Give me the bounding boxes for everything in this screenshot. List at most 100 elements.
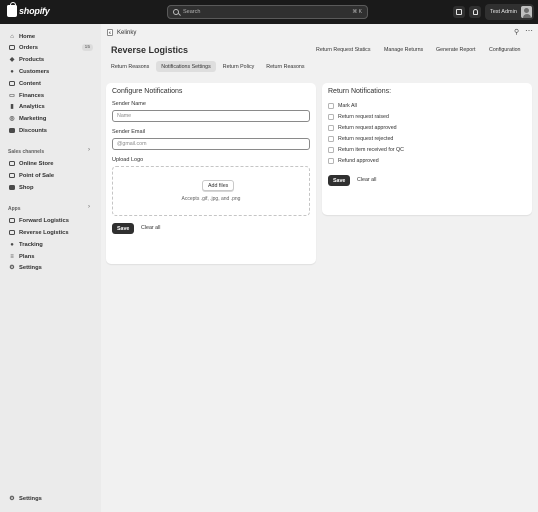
- tab-notifications-settings[interactable]: Notifications Settings: [156, 61, 216, 72]
- card-title: Configure Notifications: [112, 88, 183, 95]
- tab-return-policy[interactable]: Return Policy: [218, 61, 260, 72]
- sidebar-item-label: Finances: [19, 92, 45, 99]
- avatar: [521, 6, 532, 18]
- sidebar-item-finances[interactable]: ▭ Finances: [6, 90, 96, 101]
- sidebar-item-app-settings[interactable]: ⚙ Settings: [6, 262, 96, 273]
- pin-icon: ●: [10, 241, 14, 248]
- card-title: Return Notifications:: [328, 88, 392, 95]
- tab-return-reasons-2[interactable]: Return Reasons: [261, 61, 309, 72]
- person-icon: ●: [10, 68, 14, 75]
- app-icon: K: [107, 29, 113, 36]
- sidebar-item-customers[interactable]: ● Customers: [6, 66, 96, 77]
- sidebar-item-forward-logistics[interactable]: Forward Logistics: [6, 215, 96, 226]
- sidebar-item-shop[interactable]: Shop: [6, 182, 96, 193]
- more-options-icon[interactable]: ⋯: [525, 26, 533, 35]
- checkbox[interactable]: [328, 158, 334, 164]
- target-icon: ◎: [9, 116, 15, 122]
- checkbox-return-request-rejected[interactable]: Return request rejected: [328, 136, 393, 142]
- list-icon: ≡: [10, 253, 14, 260]
- sidebar-item-label: Orders: [19, 44, 39, 51]
- checkbox[interactable]: [328, 147, 334, 153]
- app-icon: [9, 217, 15, 224]
- sidebar-item-analytics[interactable]: ▮ Analytics: [6, 101, 96, 112]
- sidebar-item-label: Home: [19, 33, 36, 40]
- checkbox-label: Return request rejected: [338, 136, 394, 142]
- brand-name: shopify: [19, 6, 50, 16]
- sidebar-item-marketing[interactable]: ◎ Marketing: [6, 113, 96, 124]
- sidebar-item-point-of-sale[interactable]: Point of Sale: [6, 170, 96, 181]
- store-switcher-button[interactable]: [453, 6, 465, 18]
- page-title: Reverse Logistics: [111, 45, 189, 55]
- sender-name-label: Sender Name: [112, 101, 146, 107]
- sidebar-item-content[interactable]: Content: [6, 78, 96, 89]
- sidebar-item-label: Reverse Logistics: [19, 229, 69, 236]
- checkbox[interactable]: [328, 125, 334, 131]
- app-header: K Kelinky: [101, 24, 538, 41]
- sidebar-item-label: Discounts: [19, 127, 48, 134]
- sidebar-item-products[interactable]: ◆ Products: [6, 54, 96, 65]
- checkbox-return-item-received[interactable]: Return item received for QC: [328, 147, 404, 153]
- checkbox[interactable]: [328, 136, 334, 142]
- sidebar-item-home[interactable]: ⌂ Home: [6, 31, 96, 42]
- user-name: Test Admin: [490, 9, 517, 15]
- sidebar-item-label: Point of Sale: [19, 172, 55, 179]
- sidebar-item-label: Products: [19, 56, 45, 63]
- top-bar: shopify Search ⌘ K Test Admin: [0, 0, 538, 24]
- header-link-configuration[interactable]: Configuration: [489, 47, 521, 53]
- tab-bar: Return Reasons Notifications Settings Re…: [106, 61, 312, 72]
- clear-all-button[interactable]: Clear all: [357, 177, 376, 183]
- checkbox-return-request-approved[interactable]: Return request approved: [328, 125, 397, 131]
- sidebar-item-label: Online Store: [19, 160, 54, 167]
- sender-email-label: Sender Email: [112, 129, 146, 135]
- notifications-button[interactable]: [469, 6, 481, 18]
- tab-return-reasons[interactable]: Return Reasons: [106, 61, 154, 72]
- checkbox-label: Refund approved: [338, 158, 379, 164]
- search-placeholder: Search: [183, 9, 201, 15]
- sender-name-field[interactable]: Name: [112, 110, 310, 122]
- user-menu-button[interactable]: Test Admin: [485, 4, 534, 20]
- pos-icon: [9, 172, 15, 179]
- search-icon: [173, 9, 179, 15]
- header-link-return-request-statics[interactable]: Return Request Statics: [316, 47, 370, 53]
- gear-icon: ⚙: [9, 496, 15, 502]
- shopify-logo[interactable]: shopify: [7, 2, 50, 17]
- sidebar-item-label: Marketing: [19, 115, 47, 122]
- sidebar-item-label: Plans: [19, 253, 35, 260]
- sender-email-field[interactable]: @gmail.com: [112, 138, 310, 150]
- sidebar: ⌂ Home Orders 15 ◆ Products ● Customers …: [0, 24, 101, 512]
- apps-heading[interactable]: Apps: [8, 206, 21, 212]
- checkbox[interactable]: [328, 114, 334, 120]
- header-link-manage-returns[interactable]: Manage Returns: [384, 47, 423, 53]
- gear-icon: ⚙: [9, 265, 15, 271]
- sidebar-item-label: Analytics: [19, 103, 45, 110]
- sidebar-item-discounts[interactable]: Discounts: [6, 125, 96, 136]
- pin-icon[interactable]: ⚲: [514, 28, 519, 36]
- logo-dropzone[interactable]: Add files Accepts .gif, .jpg, and .png: [112, 166, 310, 216]
- sidebar-item-reverse-logistics[interactable]: Reverse Logistics: [6, 227, 96, 238]
- sidebar-item-label: Customers: [19, 68, 50, 75]
- checkbox-mark-all[interactable]: Mark All: [328, 103, 357, 109]
- clear-all-button[interactable]: Clear all: [141, 225, 160, 231]
- sidebar-item-settings[interactable]: ⚙ Settings: [6, 493, 96, 504]
- sidebar-item-label: Forward Logistics: [19, 217, 69, 224]
- sidebar-item-label: Shop: [19, 184, 34, 191]
- chevron-right-icon[interactable]: ›: [88, 147, 90, 153]
- save-button[interactable]: Save: [112, 223, 135, 234]
- sidebar-item-tracking[interactable]: ● Tracking: [6, 239, 96, 250]
- checkbox-return-request-raised[interactable]: Return request raised: [328, 114, 389, 120]
- chevron-right-icon[interactable]: ›: [88, 204, 90, 210]
- search-input[interactable]: Search ⌘ K: [167, 5, 368, 19]
- add-files-button[interactable]: Add files: [202, 180, 235, 191]
- sales-channels-heading[interactable]: Sales channels: [8, 149, 44, 155]
- checkbox-refund-approved[interactable]: Refund approved: [328, 158, 379, 164]
- checkbox[interactable]: [328, 103, 334, 109]
- checkbox-label: Mark All: [338, 103, 357, 109]
- sidebar-item-orders[interactable]: Orders 15: [6, 42, 96, 53]
- header-link-generate-report[interactable]: Generate Report: [436, 47, 475, 53]
- checkbox-label: Return item received for QC: [338, 147, 404, 153]
- shopify-bag-icon: [7, 2, 17, 17]
- sidebar-item-plans[interactable]: ≡ Plans: [6, 251, 96, 262]
- bell-icon: [472, 9, 478, 15]
- save-button[interactable]: Save: [328, 175, 351, 186]
- sidebar-item-online-store[interactable]: Online Store: [6, 158, 96, 169]
